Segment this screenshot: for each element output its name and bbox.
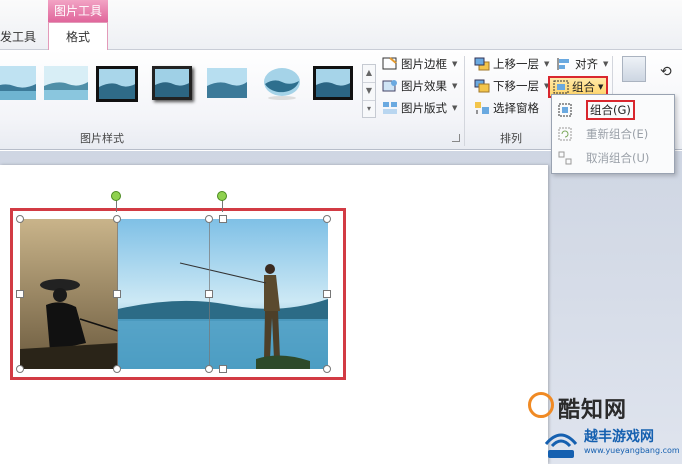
resize-handle-top-right[interactable]	[323, 215, 331, 223]
watermark-logo: 越丰游戏网 www.yueyangbang.com	[540, 422, 680, 462]
picture-style-thumb[interactable]	[0, 66, 36, 100]
selection-pane-label: 选择窗格	[493, 101, 539, 115]
menu-item-group[interactable]: 组合(G)	[552, 99, 674, 121]
resize-handle-bottom-left[interactable]	[16, 365, 24, 373]
picture-styles-gallery: ▲ ▼ ▾	[0, 62, 376, 118]
crop-icon[interactable]	[622, 56, 646, 82]
grouped-picture[interactable]	[20, 219, 328, 369]
dropdown-arrow-icon: ▼	[544, 60, 550, 68]
picture-style-thumb[interactable]	[44, 66, 88, 100]
resize-handle[interactable]	[205, 365, 213, 373]
dropdown-arrow-icon: ▼	[452, 60, 458, 68]
ungroup-icon	[558, 151, 572, 165]
picture-layout-label: 图片版式	[401, 101, 447, 115]
dropdown-arrow-icon: ▼	[452, 82, 458, 90]
resize-handle[interactable]	[205, 215, 213, 223]
gallery-more-icon[interactable]: ▾	[363, 101, 375, 119]
ribbon-tab-strip: 发工具 图片工具 格式	[0, 0, 682, 51]
bring-forward-icon	[474, 57, 490, 71]
align-button[interactable]: 对齐 ▼	[556, 54, 608, 74]
rotation-handle-stem	[116, 200, 117, 212]
selection-pane-button[interactable]: 选择窗格	[474, 98, 539, 118]
picture-style-thumb[interactable]	[313, 66, 353, 100]
gallery-scroll[interactable]: ▲ ▼ ▾	[362, 64, 376, 118]
menu-item-label: 组合(G)	[586, 100, 635, 120]
picture-style-thumb[interactable]	[205, 66, 249, 100]
picture-tools-context-header: 图片工具	[48, 0, 108, 22]
site-logo-icon	[544, 433, 578, 458]
picture-layout-button[interactable]: 图片版式 ▼	[382, 98, 457, 118]
align-icon	[556, 57, 572, 71]
tab-format[interactable]: 格式	[48, 22, 108, 51]
picture-layout-icon	[382, 101, 398, 115]
align-label: 对齐	[575, 57, 598, 71]
watermark-text: 越丰游戏网	[584, 429, 654, 445]
picture-border-icon	[382, 57, 398, 71]
picture-effects-label: 图片效果	[401, 79, 447, 93]
arrange-group-label: 排列	[500, 132, 522, 145]
menu-item-label: 重新组合(E)	[586, 127, 649, 141]
resize-handle[interactable]	[219, 365, 227, 373]
dropdown-arrow-icon: ▼	[452, 104, 458, 112]
send-backward-button[interactable]: 下移一层 ▼	[474, 76, 549, 96]
gallery-down-icon[interactable]: ▼	[363, 83, 375, 101]
picture-style-thumb[interactable]	[260, 66, 304, 100]
rotation-handle-stem	[222, 200, 223, 212]
menu-item-label: 取消组合(U)	[586, 151, 650, 165]
picture-effects-icon	[382, 79, 398, 93]
group-icon	[553, 80, 569, 94]
gallery-up-icon[interactable]: ▲	[363, 65, 375, 83]
bring-forward-label: 上移一层	[493, 57, 539, 71]
group-separator	[464, 56, 465, 146]
resize-handle[interactable]	[219, 215, 227, 223]
resize-handle[interactable]	[113, 215, 121, 223]
rotate-icon[interactable]: ⟲	[660, 64, 672, 80]
rotation-handle[interactable]	[217, 191, 227, 201]
resize-handle-right[interactable]	[323, 290, 331, 298]
watermark-url: www.yueyangbang.com	[584, 446, 680, 455]
dropdown-arrow-icon: ▼	[598, 83, 604, 91]
resize-handle[interactable]	[205, 290, 213, 298]
picture-effects-button[interactable]: 图片效果 ▼	[382, 76, 457, 96]
site-logo-icon	[528, 392, 554, 418]
resize-handle-top-left[interactable]	[16, 215, 24, 223]
watermark-text: 酷知网	[558, 398, 628, 423]
resize-handle[interactable]	[113, 290, 121, 298]
group-label: 组合	[572, 80, 595, 94]
resize-handle-bottom-right[interactable]	[323, 365, 331, 373]
resize-handle-left[interactable]	[16, 290, 24, 298]
send-backward-label: 下移一层	[493, 79, 539, 93]
group-icon	[558, 103, 572, 117]
rotation-handle[interactable]	[111, 191, 121, 201]
group-dropdown-menu: 组合(G) 重新组合(E) 取消组合(U)	[551, 94, 675, 174]
menu-item-ungroup[interactable]: 取消组合(U)	[552, 147, 674, 169]
selection-pane-icon	[474, 101, 490, 115]
picture-styles-group-label: 图片样式	[80, 132, 124, 145]
send-backward-icon	[474, 79, 490, 93]
bring-forward-button[interactable]: 上移一层 ▼	[474, 54, 549, 74]
picture-border-label: 图片边框	[401, 57, 447, 71]
resize-handle[interactable]	[113, 365, 121, 373]
picture-border-button[interactable]: 图片边框 ▼	[382, 54, 457, 74]
regroup-icon	[558, 127, 572, 141]
dialog-launcher-icon[interactable]	[452, 134, 460, 142]
dropdown-arrow-icon: ▼	[603, 60, 609, 68]
picture-style-thumb[interactable]	[152, 66, 192, 100]
picture-style-thumb[interactable]	[96, 66, 138, 102]
tab-developer-tools[interactable]: 发工具	[0, 28, 36, 45]
menu-item-regroup[interactable]: 重新组合(E)	[552, 123, 674, 145]
